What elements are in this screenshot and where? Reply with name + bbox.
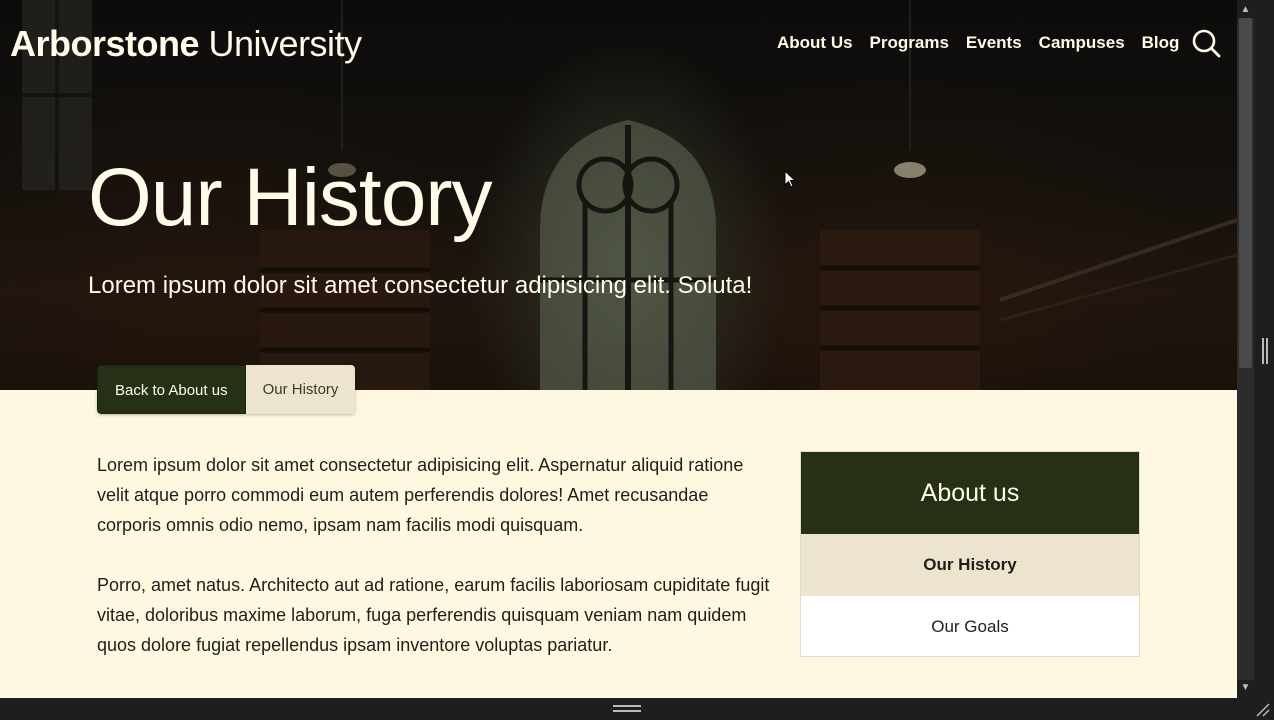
scroll-up-icon[interactable]: ▲ xyxy=(1237,2,1254,18)
page-subtitle: Lorem ipsum dolor sit amet consectetur a… xyxy=(88,272,753,299)
sidebar-title: About us xyxy=(801,452,1139,534)
resize-handle-horizontal[interactable] xyxy=(613,705,641,712)
main-content: Lorem ipsum dolor sit amet consectetur a… xyxy=(97,450,777,690)
breadcrumb-current: Our History xyxy=(245,365,356,414)
back-to-about-button[interactable]: Back to About us xyxy=(97,365,246,414)
about-sidebar: About us Our History Our Goals xyxy=(800,451,1140,657)
content-paragraph: Lorem ipsum dolor sit amet consectetur a… xyxy=(97,455,744,535)
nav-campuses[interactable]: Campuses xyxy=(1039,28,1125,58)
nav-events[interactable]: Events xyxy=(966,28,1022,58)
brand-name-bold: Arborstone xyxy=(10,23,200,64)
vertical-scrollbar[interactable]: ▲ ▼ xyxy=(1237,0,1274,698)
page-title: Our History xyxy=(88,152,493,243)
breadcrumb: Back to About us Our History xyxy=(97,365,356,414)
nav-blog[interactable]: Blog xyxy=(1142,28,1180,58)
hero-banner: Arborstone University About Us Programs … xyxy=(0,0,1237,390)
site-logo[interactable]: Arborstone University xyxy=(10,24,362,64)
search-icon[interactable] xyxy=(1191,28,1221,58)
bottom-bar xyxy=(0,698,1274,720)
nav-programs[interactable]: Programs xyxy=(870,28,949,58)
resize-corner-icon[interactable] xyxy=(1254,701,1270,717)
page-viewport: Arborstone University About Us Programs … xyxy=(0,0,1237,698)
sidebar-item-our-history[interactable]: Our History xyxy=(801,534,1139,595)
brand-name-regular: University xyxy=(208,23,363,64)
sidebar-item-our-goals[interactable]: Our Goals xyxy=(801,595,1139,656)
scroll-down-icon[interactable]: ▼ xyxy=(1237,680,1254,696)
nav-about-us[interactable]: About Us xyxy=(777,28,853,58)
main-nav: About Us Programs Events Campuses Blog xyxy=(777,28,1221,58)
scrollbar-thumb[interactable] xyxy=(1239,18,1252,368)
resize-handle-vertical[interactable] xyxy=(1262,338,1268,364)
mouse-cursor-icon xyxy=(784,170,796,188)
content-paragraph: Porro, amet natus. Architecto aut ad rat… xyxy=(97,575,770,655)
